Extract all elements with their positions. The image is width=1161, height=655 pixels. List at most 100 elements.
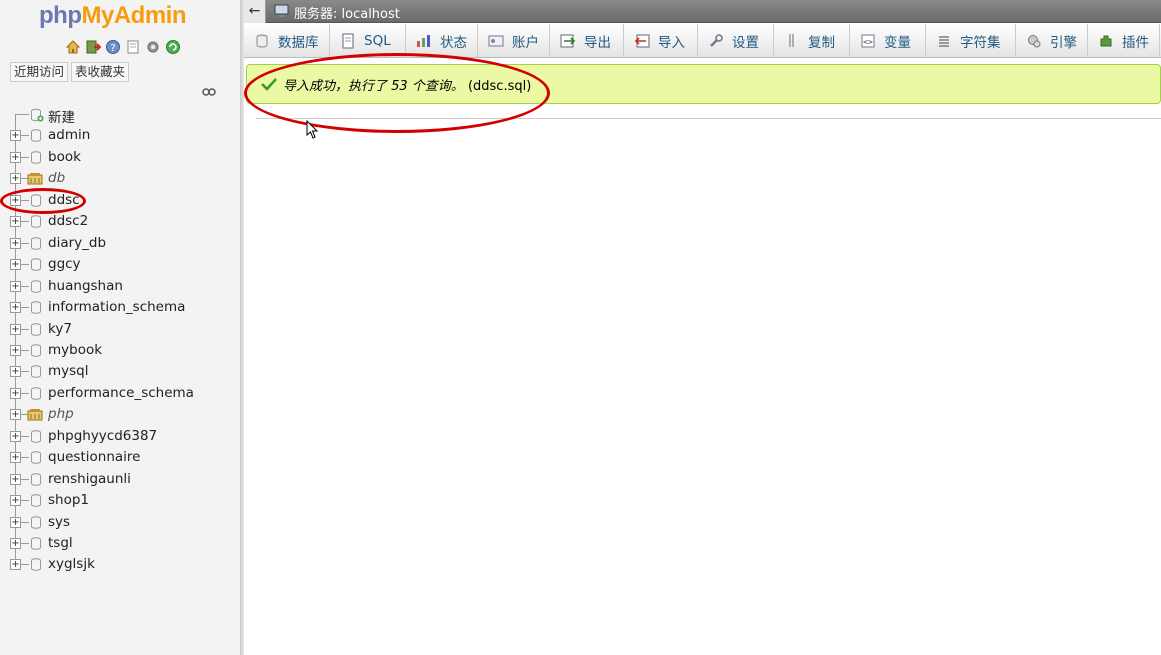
database-icon <box>30 387 42 400</box>
server-breadcrumb[interactable]: 服务器: localhost <box>274 3 400 22</box>
tree-database-label: renshigaunli <box>48 470 131 487</box>
expand-plus-icon[interactable]: + <box>10 302 21 314</box>
panel-resizer[interactable] <box>240 0 244 655</box>
tree-new-label: 新建 <box>48 110 75 126</box>
tree-new-item[interactable]: 新建 <box>0 104 240 126</box>
tree-database-item[interactable]: + phpghyycd6387 <box>0 426 240 447</box>
menu-tab-1[interactable]: 数据库 <box>244 24 330 58</box>
database-icon <box>30 129 42 143</box>
expand-plus-icon[interactable]: + <box>10 495 21 507</box>
expand-plus-icon[interactable]: + <box>10 237 21 249</box>
menu-tab-label: 导入 <box>658 35 685 51</box>
database-icon <box>30 215 42 229</box>
new-database-icon <box>30 108 44 122</box>
exit-icon[interactable] <box>84 38 102 56</box>
menu-tab-6[interactable]: 导入 <box>624 24 698 58</box>
tree-branch-line <box>15 114 29 115</box>
tree-database-item[interactable]: + book <box>0 147 240 168</box>
expand-plus-icon[interactable]: + <box>10 151 21 163</box>
expand-plus-icon[interactable]: + <box>10 473 21 485</box>
menu-tab-label: 账户 <box>512 35 539 51</box>
tree-database-item[interactable]: + questionnaire <box>0 447 240 468</box>
tree-database-label: mybook <box>48 341 103 358</box>
tree-database-item[interactable]: + information_schema <box>0 297 240 318</box>
link-icon[interactable] <box>202 86 216 96</box>
home-icon[interactable] <box>64 38 82 56</box>
tree-branch-line <box>21 543 29 544</box>
expand-plus-icon[interactable]: + <box>10 387 21 399</box>
database-icon <box>30 472 42 486</box>
database-icon <box>30 558 42 572</box>
expand-plus-icon[interactable]: + <box>10 409 21 421</box>
favorites-tab[interactable]: 表收藏夹 <box>71 62 130 82</box>
tree-database-item[interactable]: + tsgl <box>0 533 240 554</box>
settings-icon[interactable] <box>144 38 162 56</box>
menu-tab-label: 状态 <box>440 35 467 51</box>
tree-database-label: tsgl <box>48 535 73 551</box>
tree-branch-line <box>21 521 29 523</box>
tree-database-item[interactable]: + xyglsjk <box>0 554 240 575</box>
tree-database-item[interactable]: + ky7 <box>0 319 240 340</box>
tree-database-item[interactable]: + renshigaunli <box>0 469 240 490</box>
tree-database-item[interactable]: + ddsc2 <box>0 211 240 232</box>
phpmyadmin-logo[interactable]: phpMyAdmin <box>39 2 186 30</box>
expand-plus-icon[interactable]: + <box>10 216 21 228</box>
menu-tab-8[interactable]: 复制 <box>774 24 850 58</box>
mouse-cursor-icon <box>306 119 320 140</box>
left-tabs: 近期访问 表收藏夹 <box>10 62 130 82</box>
menu-tab-5[interactable]: 导出 <box>550 24 624 58</box>
tree-database-item[interactable]: + mybook <box>0 340 240 361</box>
collapse-arrow-icon[interactable]: ← <box>244 0 266 23</box>
expand-plus-icon[interactable]: + <box>10 430 21 442</box>
tree-database-label: admin <box>48 127 91 144</box>
tree-branch-line <box>21 221 29 223</box>
tree-database-item[interactable]: + huangshan <box>0 276 240 297</box>
recent-tab[interactable]: 近期访问 <box>10 62 69 82</box>
refresh-icon[interactable] <box>164 38 182 56</box>
tree-database-item[interactable]: + mysql <box>0 361 240 382</box>
expand-plus-icon[interactable]: + <box>10 516 21 528</box>
tree-database-label: ky7 <box>48 320 72 337</box>
database-icon <box>30 322 42 336</box>
expand-plus-icon[interactable]: + <box>10 344 21 356</box>
tree-branch-line <box>21 328 29 330</box>
tree-database-label: diary_db <box>48 234 107 251</box>
svg-text:?: ? <box>110 43 115 54</box>
menu-tab-7[interactable]: 设置 <box>698 24 774 58</box>
tree-database-item[interactable]: + sys <box>0 512 240 533</box>
tree-database-label: xyglsjk <box>48 556 95 573</box>
tree-database-label: questionnaire <box>48 449 141 466</box>
database-icon <box>30 301 42 314</box>
expand-plus-icon[interactable]: + <box>10 559 21 571</box>
menu-tab-9[interactable]: <> 变量 <box>850 24 926 58</box>
expand-plus-icon[interactable]: + <box>10 452 21 464</box>
database-icon <box>30 236 42 250</box>
tree-database-item[interactable]: + php <box>0 404 240 425</box>
tree-database-label: information_schema <box>48 299 186 316</box>
tree-database-item[interactable]: + ggcy <box>0 254 240 275</box>
tree-database-label: mysql <box>48 363 89 380</box>
help-icon[interactable]: ? <box>104 38 122 56</box>
expand-plus-icon[interactable]: + <box>10 173 21 185</box>
tree-database-item[interactable]: + shop1 <box>0 490 240 511</box>
menu-tab-4[interactable]: 账户 <box>478 24 550 58</box>
menu-tab-12[interactable]: 插件 <box>1088 24 1160 58</box>
menu-tab-label: 变量 <box>884 35 911 51</box>
expand-plus-icon[interactable]: + <box>10 280 21 292</box>
menu-tab-label: 设置 <box>732 35 759 51</box>
menu-tab-10[interactable]: 字符集 <box>926 24 1016 58</box>
expand-plus-icon[interactable]: + <box>10 130 21 142</box>
expand-plus-icon[interactable]: + <box>10 323 21 335</box>
top-breadcrumb-bar: ← 服务器: localhost <box>244 0 1161 23</box>
expand-plus-icon[interactable]: + <box>10 366 21 378</box>
tree-branch-line <box>21 307 29 309</box>
tree-database-item[interactable]: + diary_db <box>0 233 240 254</box>
tree-database-item[interactable]: + db <box>0 168 240 189</box>
tree-database-label: performance_schema <box>48 384 194 401</box>
docs-icon[interactable] <box>124 38 142 56</box>
menu-tab-11[interactable]: 引擎 <box>1016 24 1088 58</box>
expand-plus-icon[interactable]: + <box>10 538 21 549</box>
tree-database-item[interactable]: + performance_schema <box>0 383 240 404</box>
tree-database-item[interactable]: + admin <box>0 125 240 146</box>
expand-plus-icon[interactable]: + <box>10 259 21 271</box>
